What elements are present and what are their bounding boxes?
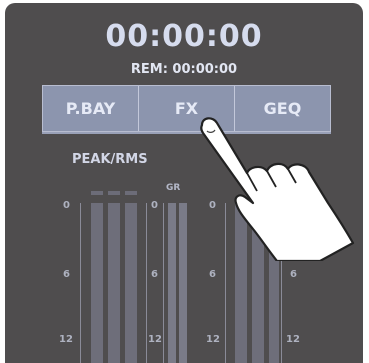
scale-label-12: 12 (59, 334, 73, 345)
scale-label-12: 12 (148, 334, 162, 345)
peak-hold-cap (108, 191, 120, 195)
meter-bracket (80, 203, 85, 363)
scale-label-6: 6 (209, 269, 216, 280)
peak-rms-label: PEAK/RMS (72, 152, 148, 167)
peak-hold-cap (91, 191, 103, 195)
level-meter-bar (125, 203, 137, 363)
tab-pbay[interactable]: P.BAY (43, 86, 139, 131)
scale-label-6: 6 (63, 269, 70, 280)
meter-bracket (142, 203, 147, 363)
scale-label-6: 6 (290, 269, 297, 280)
remaining-timer: REM: 00:00:00 (130, 62, 238, 77)
level-meter-bar (108, 203, 120, 363)
pointing-hand-icon (200, 117, 355, 261)
level-meter-bar (91, 203, 103, 363)
scale-label-12: 12 (206, 334, 220, 345)
scale-label-12: 12 (286, 334, 300, 345)
gr-meter-bar (168, 203, 176, 363)
elapsed-timer: 00:00:00 (105, 19, 263, 54)
gr-label: GR (166, 183, 181, 193)
peak-hold-cap (125, 191, 137, 195)
gr-meter-bar (179, 203, 187, 363)
scale-label-0: 0 (151, 200, 158, 211)
scale-label-6: 6 (151, 269, 158, 280)
scale-label-0: 0 (63, 200, 70, 211)
mixer-panel: 00:00:00 REM: 00:00:00 P.BAY FX GEQ PEAK… (5, 3, 363, 363)
